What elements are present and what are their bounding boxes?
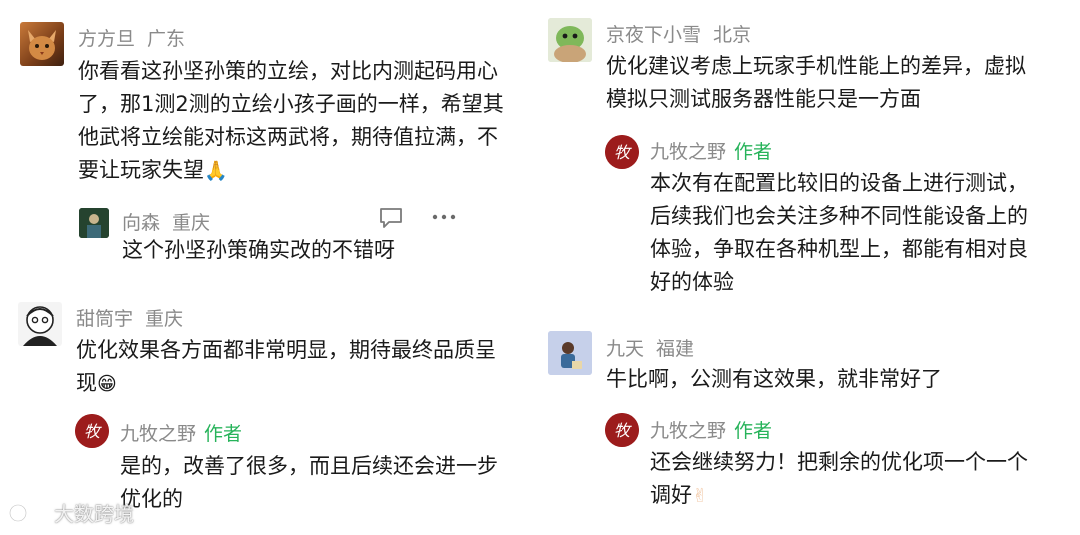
- author-logo-icon: 牧: [605, 135, 639, 169]
- reply-text: 这个孙坚孙策确实改的不错呀: [122, 238, 395, 262]
- pray-emoji-icon: 🙏: [204, 160, 228, 182]
- more-icon[interactable]: [431, 207, 457, 231]
- comment-meta: 京夜下小雪 北京: [606, 20, 751, 47]
- reply-region: 重庆: [172, 212, 211, 234]
- user-avatar[interactable]: [548, 18, 592, 62]
- reply-user-name[interactable]: 九牧之野: [650, 141, 726, 163]
- person-avatar-icon: [79, 208, 109, 238]
- user-name[interactable]: 九天: [606, 338, 644, 360]
- reply-meta: 九牧之野 作者: [650, 137, 772, 164]
- author-badge: 作者: [734, 420, 773, 442]
- user-region: 北京: [713, 24, 752, 46]
- plush-avatar-icon: [548, 18, 592, 62]
- comment-meta: 方方旦 广东: [78, 24, 185, 51]
- reply-user-name[interactable]: 九牧之野: [650, 420, 726, 442]
- user-region: 广东: [147, 28, 186, 50]
- watermark-text: 大数跨境: [54, 502, 134, 526]
- svg-text:牧: 牧: [84, 422, 102, 441]
- comment-text-content: 优化效果各方面都非常明显，期待最终品质呈现: [76, 338, 496, 395]
- user-name[interactable]: 甜筒宇: [76, 308, 133, 330]
- svg-text:牧: 牧: [614, 421, 632, 440]
- reply-user-name[interactable]: 九牧之野: [120, 423, 196, 445]
- comment-icon[interactable]: [378, 206, 404, 234]
- author-avatar[interactable]: 牧: [605, 135, 639, 169]
- watermark: 大数跨境: [8, 498, 134, 527]
- victory-emoji-icon: ✌: [692, 485, 708, 507]
- user-avatar[interactable]: [548, 331, 592, 375]
- comment-text: 牛比啊，公测有这效果，就非常好了: [606, 367, 942, 391]
- user-name[interactable]: 方方旦: [78, 28, 135, 50]
- user-region: 重庆: [145, 308, 184, 330]
- grin-emoji-icon: 😁: [97, 373, 117, 395]
- author-logo-icon: 牧: [75, 414, 109, 448]
- reply-meta: 九牧之野 作者: [650, 416, 772, 443]
- illustrated-avatar-icon: [548, 331, 592, 375]
- comment-text-content: 你看看这孙坚孙策的立绘，对比内测起码用心了，那1测2测的立绘小孩子画的一样，希望…: [78, 59, 504, 182]
- sketch-avatar-icon: [23, 306, 57, 346]
- reply-meta: 向森 重庆: [122, 208, 210, 235]
- reply-text: 本次有在配置比较旧的设备上进行测试，后续我们也会关注多种不同性能设备上的体验，争…: [650, 171, 1028, 294]
- user-region: 福建: [656, 338, 695, 360]
- reply-text: 还会继续努力！把剩余的优化项一个一个调好✌: [650, 446, 1042, 513]
- user-name[interactable]: 京夜下小雪: [606, 24, 701, 46]
- comment-meta: 九天 福建: [606, 334, 694, 361]
- comment-text: 优化效果各方面都非常明显，期待最终品质呈现😁: [76, 334, 506, 401]
- watermark-logo-icon: [8, 502, 51, 522]
- reply-meta: 九牧之野 作者: [120, 419, 242, 446]
- user-avatar[interactable]: [18, 302, 62, 346]
- author-avatar[interactable]: 牧: [605, 413, 639, 447]
- author-badge: 作者: [734, 141, 773, 163]
- author-avatar[interactable]: 牧: [75, 414, 109, 448]
- reply-user-name[interactable]: 向森: [122, 212, 160, 234]
- comment-meta: 甜筒宇 重庆: [76, 304, 183, 331]
- svg-text:牧: 牧: [614, 143, 632, 162]
- author-logo-icon: 牧: [605, 413, 639, 447]
- reply-avatar[interactable]: [79, 208, 109, 238]
- reply-text: 是的，改善了很多，而且后续还会进一步优化的: [120, 454, 498, 511]
- cat-avatar-icon: [28, 30, 56, 60]
- user-avatar[interactable]: [20, 22, 64, 66]
- comment-text: 优化建议考虑上玩家手机性能上的差异，虚拟模拟只测试服务器性能只是一方面: [606, 54, 1026, 111]
- author-badge: 作者: [204, 423, 243, 445]
- comment-text: 你看看这孙坚孙策的立绘，对比内测起码用心了，那1测2测的立绘小孩子画的一样，希望…: [78, 55, 508, 188]
